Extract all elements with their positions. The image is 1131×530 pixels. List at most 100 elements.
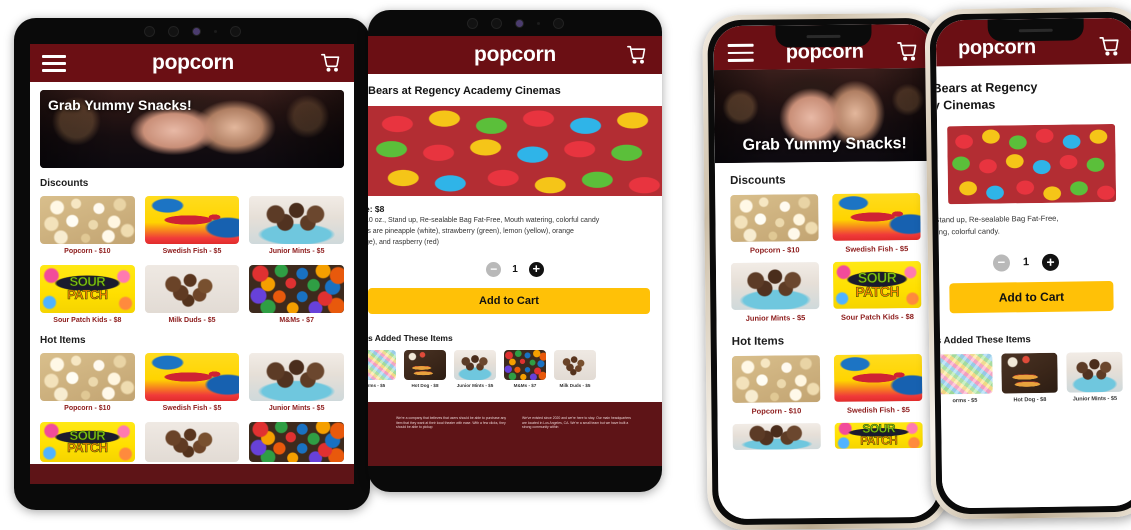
camera-lens-icon <box>191 26 201 36</box>
product-thumbnail <box>144 264 240 313</box>
product-description: 10 oz., Stand up, Re-sealable Bag Fat-Fr… <box>368 216 656 249</box>
product-card[interactable]: Popcorn - $10 <box>40 196 135 256</box>
hero-banner[interactable]: Grab Yummy Snacks! <box>713 67 935 164</box>
add-to-cart-button[interactable]: Add to Cart <box>368 287 650 314</box>
description-line: rs are pineapple (white), strawberry (gr… <box>368 227 574 235</box>
camera-dot-icon <box>552 17 564 29</box>
related-item-label: orms - $5 <box>952 397 978 405</box>
product-thumbnail <box>832 193 921 241</box>
product-detail-page: popcorn Bears at Regency y Cinemas Stand… <box>935 17 1131 509</box>
title-line: y Cinemas <box>935 97 996 113</box>
add-to-cart-button[interactable]: Add to Cart <box>949 280 1114 314</box>
related-item-label: Junior Mints - $5 <box>456 382 494 388</box>
product-grid-hot-items: Popcorn - $10 Swedish Fish - $5 Junior M… <box>40 353 344 463</box>
decrease-quantity-button[interactable]: − <box>486 261 502 277</box>
product-card[interactable] <box>144 422 240 463</box>
related-item-thumbnail <box>1066 351 1123 393</box>
description-line: ge), and raspberry (red) <box>368 238 439 246</box>
product-card[interactable]: Swedish Fish - $5 <box>832 193 921 254</box>
hamburger-menu-icon[interactable] <box>42 54 66 72</box>
product-label: Popcorn - $10 <box>749 245 800 255</box>
related-item-card[interactable]: Junior Mints - $5 <box>454 349 496 388</box>
related-item-card[interactable]: orms - $5 <box>368 349 396 388</box>
product-thumbnail <box>249 353 344 402</box>
product-card[interactable]: SOUR PATCH <box>40 422 135 463</box>
earpiece-speaker-icon <box>1018 28 1053 32</box>
product-card[interactable]: Popcorn - $10 <box>730 194 819 255</box>
product-thumbnail <box>144 422 240 463</box>
quantity-stepper: − 1 + <box>368 261 662 277</box>
shopping-cart-icon[interactable] <box>896 41 920 62</box>
related-item-label: Junior Mints - $5 <box>1072 395 1118 403</box>
product-card[interactable]: Swedish Fish - $5 <box>144 353 240 413</box>
product-card[interactable]: Swedish Fish - $5 <box>144 196 240 256</box>
product-card[interactable]: Junior Mints - $5 <box>730 262 820 323</box>
tablet-detail-screen: popcorn Bears at Regency Academy Cinemas… <box>368 36 662 466</box>
hero-banner[interactable]: Grab Yummy Snacks! <box>40 90 344 168</box>
related-item-thumbnail <box>454 349 496 380</box>
product-thumbnail <box>249 422 344 463</box>
shopping-cart-icon[interactable] <box>626 45 648 65</box>
product-card[interactable]: Swedish Fish - $5 <box>833 353 923 415</box>
tablet-device-detail: popcorn Bears at Regency Academy Cinemas… <box>368 10 662 492</box>
product-thumbnail: SOUR PATCH <box>40 264 135 313</box>
home-footer-strip <box>30 464 354 484</box>
related-items-row: orms - $5 Hot Dog - $8 Junior Mints - $5 <box>368 349 662 388</box>
decrease-quantity-button[interactable]: − <box>992 254 1011 272</box>
related-item-thumbnail <box>504 349 546 380</box>
phone-detail-screen: popcorn Bears at Regency y Cinemas Stand… <box>935 17 1131 509</box>
product-detail-image <box>947 123 1117 205</box>
related-item-card[interactable]: M&Ms - $7 <box>504 349 546 388</box>
hero-banner-title: Grab Yummy Snacks! <box>48 97 192 113</box>
app-header: popcorn <box>368 36 662 74</box>
product-card[interactable] <box>249 422 344 463</box>
product-thumbnail: SOUR PATCH <box>832 261 922 310</box>
shopping-cart-icon[interactable] <box>320 53 342 73</box>
home-page: popcorn Grab Yummy Snacks! Discounts Pop… <box>713 23 939 520</box>
increase-quantity-button[interactable]: + <box>1041 253 1060 271</box>
section-title-discounts: Discounts <box>40 178 89 189</box>
related-item-card[interactable]: Hot Dog - $8 <box>1001 352 1058 404</box>
product-card[interactable]: Popcorn - $10 <box>731 354 821 416</box>
camera-dot-icon <box>167 25 179 37</box>
product-thumbnail: SOUR PATCH <box>834 421 923 449</box>
related-item-card[interactable]: orms - $5 <box>936 353 993 404</box>
product-thumbnail <box>249 196 344 244</box>
increase-quantity-button[interactable]: + <box>528 261 544 277</box>
tablet-camera-row <box>14 25 370 37</box>
related-item-card[interactable]: Milk Duds - $5 <box>554 349 596 388</box>
product-label: Popcorn - $10 <box>751 405 802 416</box>
product-label: Swedish Fish - $5 <box>845 244 909 254</box>
product-label: Swedish Fish - $5 <box>162 248 222 255</box>
related-item-card[interactable]: Hot Dog - $8 <box>404 349 446 388</box>
tablet-device-home: popcorn Grab Yummy Snacks! Discounts Pop… <box>14 18 370 510</box>
related-item-label: Hot Dog - $8 <box>1013 396 1047 404</box>
shopping-cart-icon[interactable] <box>1098 35 1122 56</box>
product-grid-hot-items: Popcorn - $10 Swedish Fish - $5 SOUR PAT… <box>731 353 923 450</box>
camera-lens-icon <box>514 18 524 28</box>
product-grid-discounts: Popcorn - $10 Swedish Fish - $5 Junior M… <box>40 196 344 324</box>
product-thumbnail <box>40 353 135 402</box>
product-card[interactable]: SOUR PATCH Sour Patch Kids - $8 <box>832 261 922 322</box>
product-card[interactable]: Milk Duds - $5 <box>144 264 240 325</box>
related-item-card[interactable]: Junior Mints - $5 <box>1066 351 1123 403</box>
product-thumbnail <box>730 194 819 242</box>
camera-dot-icon <box>229 25 241 37</box>
description-line: ring, colorful candy. <box>935 226 1000 237</box>
product-thumbnail <box>144 196 240 244</box>
product-card[interactable]: SOUR PATCH Sour Patch Kids - $8 <box>40 264 135 325</box>
product-card[interactable]: Junior Mints - $5 <box>249 353 344 413</box>
product-detail-page: popcorn Bears at Regency Academy Cinemas… <box>368 36 662 466</box>
product-card[interactable]: Junior Mints - $5 <box>249 196 344 256</box>
product-card[interactable]: Popcorn - $10 <box>40 353 135 413</box>
product-card[interactable] <box>732 422 821 450</box>
product-card[interactable]: SOUR PATCH <box>834 421 923 449</box>
phone-body: popcorn Bears at Regency y Cinemas Stand… <box>929 11 1131 515</box>
product-card[interactable]: M&Ms - $7 <box>249 264 344 325</box>
app-brand-title: popcorn <box>152 51 234 74</box>
product-label: M&Ms - $7 <box>279 316 314 324</box>
hamburger-menu-icon[interactable] <box>727 43 754 63</box>
related-item-thumbnail <box>368 349 396 380</box>
home-page: popcorn Grab Yummy Snacks! Discounts Pop… <box>30 44 354 484</box>
product-label: Popcorn - $10 <box>64 405 111 413</box>
